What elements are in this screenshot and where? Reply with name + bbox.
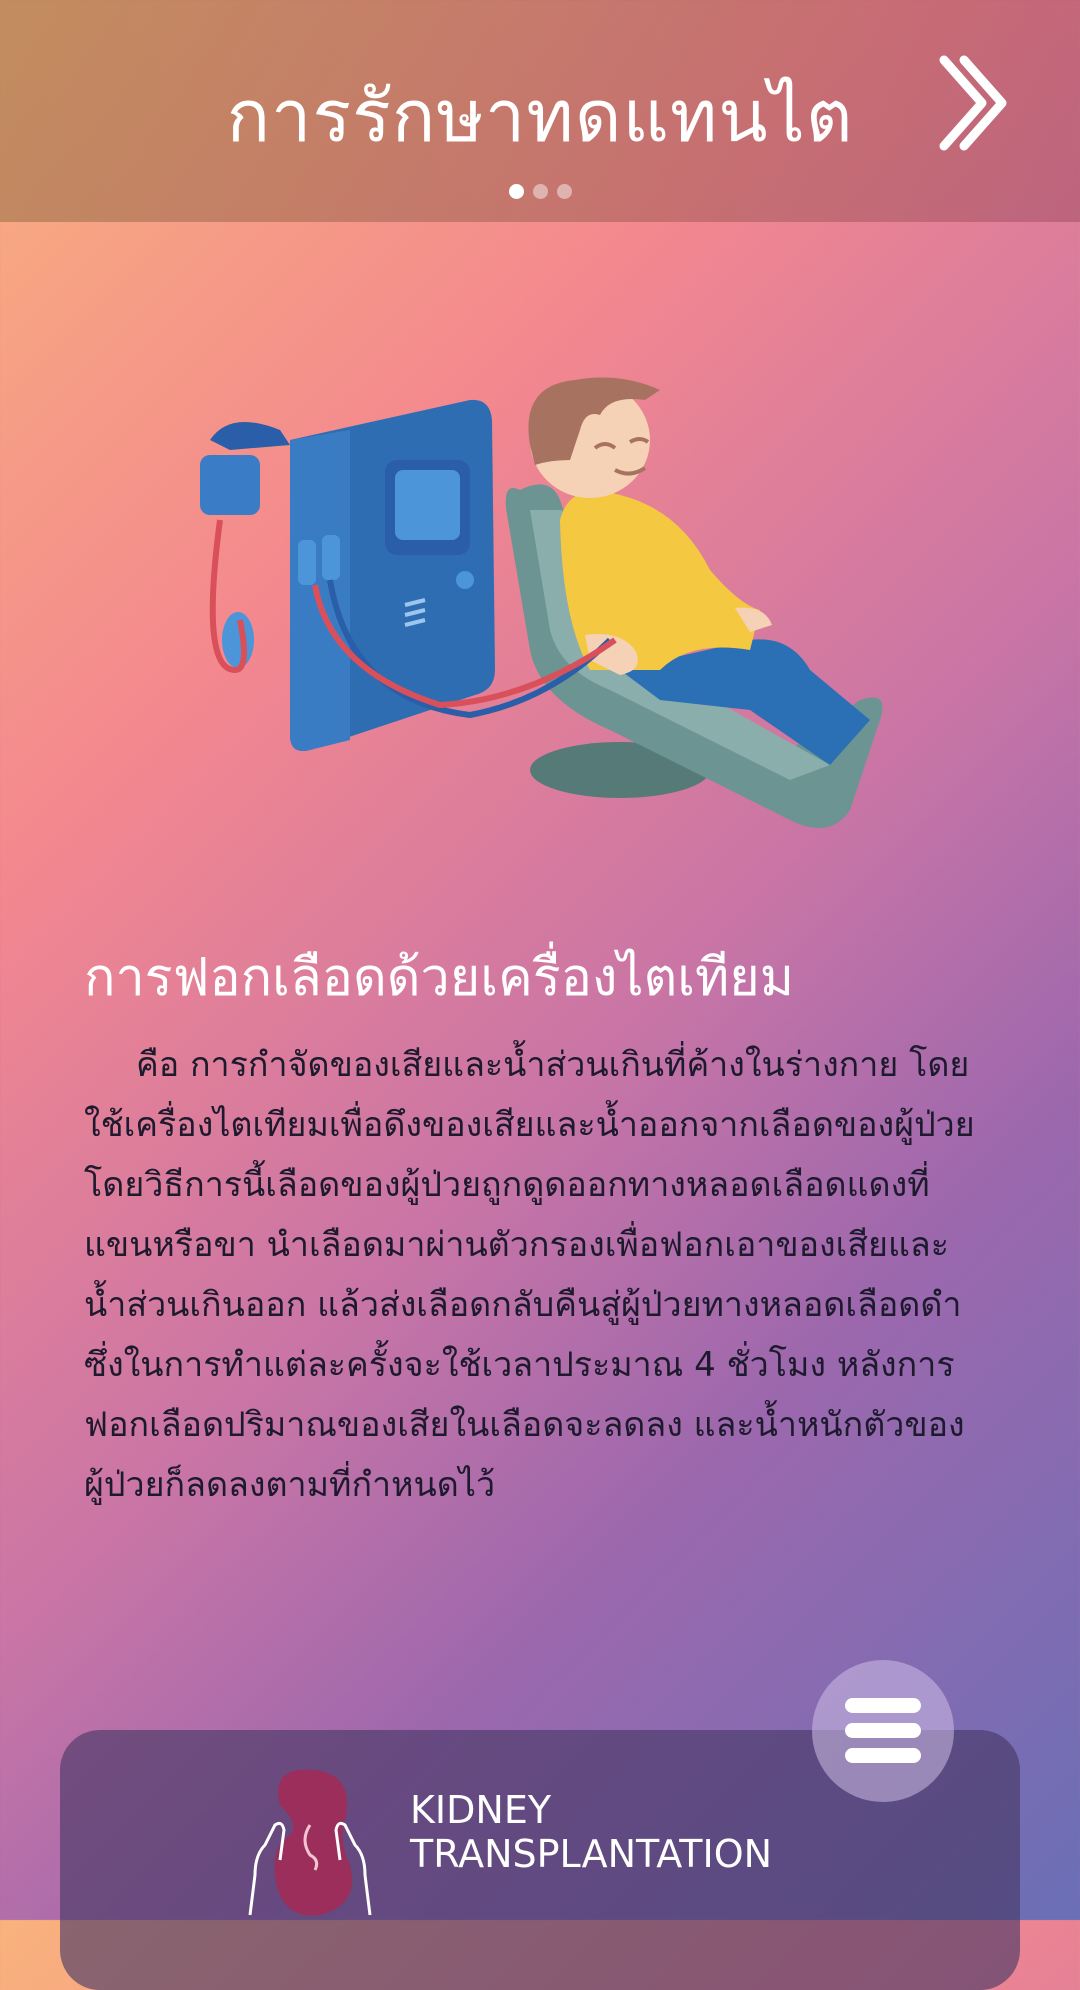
page-dot[interactable] — [532, 184, 548, 199]
description-text: คือ การกำจัดของเสียและน้ำส่วนเกินที่ค้าง… — [84, 1045, 975, 1505]
next-page-button[interactable] — [930, 48, 1020, 158]
brand-text: KIDNEY TRANSPLANTATION — [410, 1788, 772, 1876]
page-indicator — [0, 184, 1080, 199]
header-bar: การรักษาทดแทนไต — [0, 0, 1080, 222]
hemodialysis-illustration — [200, 377, 883, 828]
kidney-hands-icon — [248, 1769, 372, 1916]
page-title: การรักษาทดแทนไต — [226, 74, 854, 158]
menu-button[interactable] — [812, 1660, 954, 1802]
section-title: การฟอกเลือดด้วยเครื่องไตเทียม — [84, 948, 795, 1008]
brand-line-2: TRANSPLANTATION — [410, 1832, 773, 1876]
page-dot-active[interactable] — [508, 184, 524, 199]
page-dot[interactable] — [556, 184, 572, 199]
chevron-double-right-icon — [939, 55, 1007, 151]
brand-line-1: KIDNEY — [410, 1788, 552, 1832]
